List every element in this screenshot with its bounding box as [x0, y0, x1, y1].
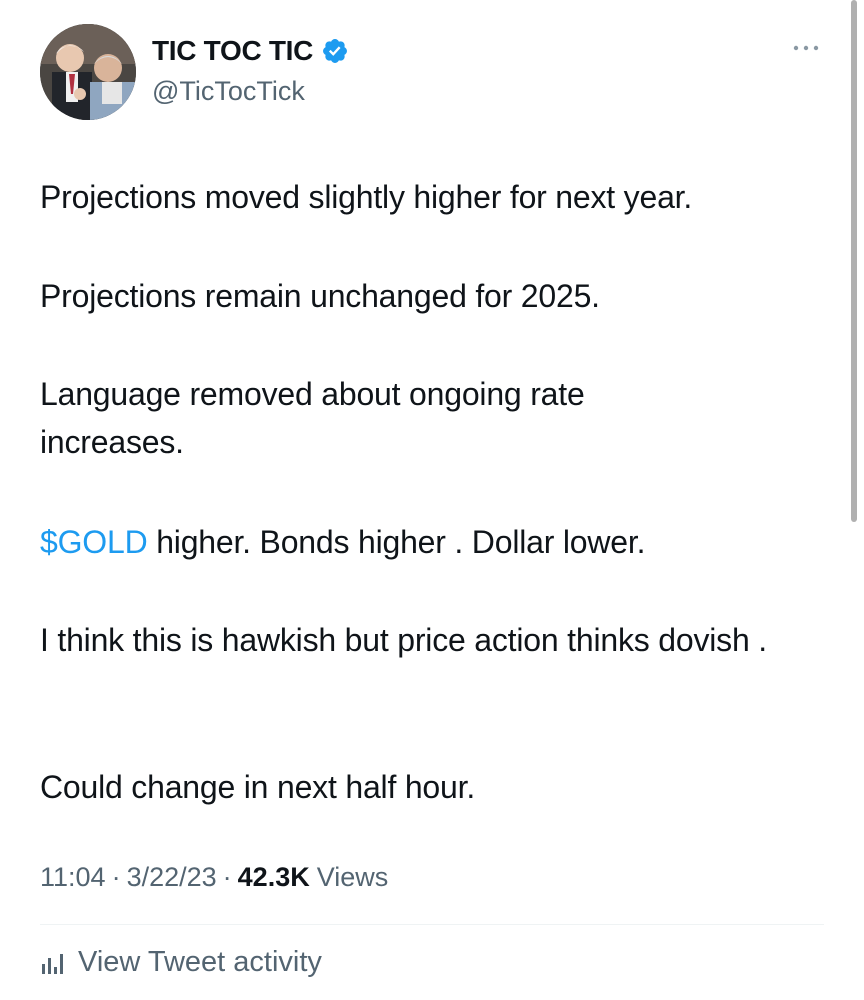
tweet-card: TIC TOC TIC @TicTocTick Projections move…	[0, 0, 864, 1000]
tweet-paragraph-gold: $GOLD higher. Bonds higher . Dollar lowe…	[40, 518, 820, 566]
tweet-paragraph-gold-text: higher. Bonds higher . Dollar lower.	[147, 524, 646, 560]
tweet-paragraph: I think this is hawkish but price action…	[40, 622, 767, 658]
view-tweet-activity-label[interactable]: View Tweet activity	[78, 946, 322, 979]
views-count: 42.3K	[237, 862, 310, 892]
author-name-row[interactable]: TIC TOC TIC	[152, 33, 349, 69]
author-avatar[interactable]	[40, 24, 136, 120]
author-handle[interactable]: @TicTocTick	[152, 76, 305, 107]
cashtag-link[interactable]: $GOLD	[40, 524, 148, 560]
meta-separator: ·	[111, 862, 121, 892]
tweet-date[interactable]: 3/22/23	[127, 862, 217, 893]
tweet-meta: 11:04 · 3/22/23 · 42.3K Views	[40, 862, 388, 893]
tweet-paragraph: Projections moved slightly higher for ne…	[40, 179, 693, 215]
view-tweet-activity-button[interactable]: View Tweet activity	[40, 946, 322, 979]
meta-separator: ·	[222, 862, 232, 892]
tweet-paragraph: Projections remain unchanged for 2025.	[40, 278, 600, 314]
scrollbar[interactable]	[851, 0, 857, 522]
verified-badge-icon	[323, 39, 348, 63]
tweet-paragraph: Language removed about ongoing rate incr…	[40, 376, 585, 460]
tweet-paragraph: Could change in next half hour.	[40, 769, 476, 805]
tweet-time[interactable]: 11:04	[40, 862, 106, 893]
views-label: Views	[316, 862, 389, 892]
divider	[40, 924, 824, 925]
author-display-name[interactable]: TIC TOC TIC	[152, 35, 313, 67]
more-horizontal-icon[interactable]	[788, 36, 824, 60]
bar-chart-icon	[42, 953, 63, 974]
avatar-photo-icon	[40, 24, 136, 120]
